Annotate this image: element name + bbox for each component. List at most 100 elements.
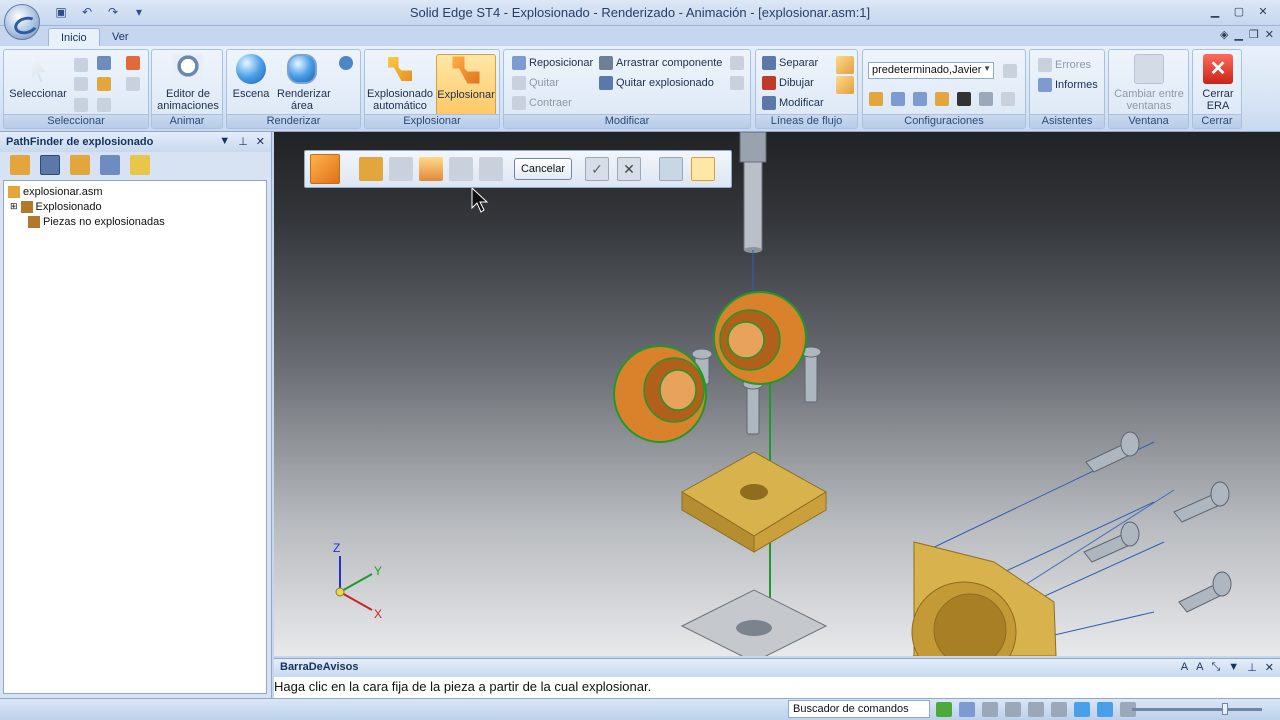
expand-icon[interactable]: ⊞ [10,201,18,212]
zoom-icon[interactable] [982,702,998,717]
help-icon[interactable]: ◈ [1220,28,1228,41]
x-icon[interactable]: ✕ [617,157,641,181]
panel-menu-icon[interactable]: ▼ [219,135,230,148]
cmd-reorient-icon[interactable] [691,157,715,181]
modificar-lineas-button[interactable]: Modificar [762,96,824,110]
explode-face-icon[interactable] [419,157,443,181]
explosionado-automatico-button[interactable]: Explosionado automático [367,54,433,112]
explosionar-button[interactable]: Explosionar [436,54,496,116]
collapse-icon[interactable]: ⤡ [1211,661,1220,674]
fit-icon[interactable] [1005,702,1021,717]
cambiar-ventanas-button[interactable]: Cambiar entre ventanas [1111,54,1187,112]
renderizar-area-button[interactable]: Renderizar área [277,54,331,112]
assembly-scene[interactable]: Z Y X [274,132,1280,656]
config-icon-4[interactable] [935,92,949,106]
pin-icon[interactable]: ⊥ [1247,661,1257,674]
pf-parts-icon[interactable] [70,155,90,175]
pf-folder-icon[interactable] [130,155,150,175]
select-box-icon[interactable] [97,98,111,112]
informes-button[interactable]: Informes [1038,78,1098,92]
panel-close-icon[interactable]: ✕ [1265,661,1274,674]
explode-mode-icon[interactable] [310,154,340,184]
flange-part[interactable] [911,541,1057,656]
quitar-explosionado-button[interactable]: Quitar explosionado [599,76,714,90]
config-combo[interactable]: predeterminado,Javier ▼ [868,62,994,79]
seleccionar-button[interactable]: Seleccionar [7,54,69,100]
errores-button[interactable]: Errores [1038,58,1091,72]
go-icon[interactable] [936,702,952,717]
flag-icon[interactable] [126,56,140,70]
pf-assembly-icon[interactable] [10,155,30,175]
contraer-button[interactable]: Contraer [512,96,572,110]
pathfinder-controls: ▼ ⊥ ✕ [219,135,265,148]
camera-icon[interactable] [957,92,971,106]
flowline-toggle-2-icon[interactable] [836,76,854,94]
cerrar-era-button[interactable]: ✕ Cerrar ERA [1195,54,1241,112]
render-settings-icon[interactable] [339,56,353,70]
zoom-slider-thumb[interactable] [1222,703,1228,715]
orange-ring-left[interactable] [613,345,707,443]
config-icon-3[interactable] [913,92,927,106]
reposicionar-button[interactable]: Reposicionar [512,56,593,70]
zoom-area-icon[interactable] [959,702,975,717]
orange-ring-right[interactable] [713,291,807,385]
pan-icon[interactable] [1028,702,1044,717]
arrastrar-componente-button[interactable]: Arrastrar componente [599,56,722,70]
distance-icon[interactable] [479,157,503,181]
escena-button[interactable]: Escena [230,54,272,100]
tree-item-no-explosionadas[interactable]: Piezas no explosionadas [8,214,262,229]
font-size-icon[interactable]: A [1181,661,1188,674]
graphics-viewport[interactable]: Z Y X Cancelar ✓ ✕ [274,132,1280,656]
pf-layers-icon[interactable] [100,155,120,175]
bolts-horizontal[interactable] [1083,431,1232,613]
minimize-icon[interactable]: ▁ [1204,2,1226,20]
config-icon-6[interactable] [979,92,993,106]
separar-button[interactable]: Separar [762,56,818,70]
quitar-button[interactable]: Quitar [512,76,559,90]
pf-explode-tree-icon[interactable] [40,155,60,175]
select-part-icon[interactable] [97,77,111,91]
config-icon-1[interactable] [869,92,883,106]
stationary-face-icon[interactable] [389,157,413,181]
app-orb-icon[interactable] [4,4,40,40]
font-size-small-icon[interactable]: A [1196,661,1203,674]
view-cube-icon[interactable] [1074,702,1090,717]
check-icon[interactable]: ✓ [585,157,609,181]
pin-icon[interactable]: ⊥ [238,135,248,148]
doc-restore-icon[interactable]: ❐ [1249,28,1259,41]
config-icon-2[interactable] [891,92,905,106]
config-save-icon[interactable] [1003,64,1017,78]
tab-ver[interactable]: Ver [100,28,141,47]
tree-item-explosionado[interactable]: ⊞ Explosionado [8,199,262,214]
spindle-part[interactable] [739,132,767,253]
command-finder-input[interactable]: Buscador de comandos [788,700,930,718]
close-icon[interactable]: ✕ [1252,2,1274,20]
config-icon-7[interactable] [1001,92,1015,106]
select-tool-icon[interactable] [74,58,88,72]
maximize-icon[interactable]: ▢ [1228,2,1250,20]
dibujar-button[interactable]: Dibujar [762,76,814,90]
doc-close-icon[interactable]: ✕ [1265,28,1274,41]
panel-close-icon[interactable]: ✕ [256,135,265,148]
flowline-toggle-icon[interactable] [836,56,854,74]
cmd-options-icon[interactable] [659,157,683,181]
doc-minimize-icon[interactable]: ▁ [1234,28,1242,41]
select-component-icon[interactable] [359,157,383,181]
select-face-icon[interactable] [97,56,111,70]
select-move-icon[interactable] [74,98,88,112]
direction-icon[interactable] [449,157,473,181]
modify-extra-2-icon[interactable] [730,76,744,90]
grey-base-plate[interactable] [680,589,828,656]
brass-plate[interactable] [681,451,827,553]
tab-inicio[interactable]: Inicio [48,28,100,47]
tree-item-root[interactable]: explosionar.asm [8,184,262,199]
select-filter-icon[interactable] [74,77,88,91]
panel-menu-icon[interactable]: ▼ [1228,661,1239,674]
zoom-slider[interactable] [1132,708,1262,711]
editor-animaciones-button[interactable]: Editor de animaciones [155,54,221,112]
modify-extra-icon[interactable] [730,56,744,70]
select-options-icon[interactable] [126,77,140,91]
view-orient-icon[interactable] [1097,702,1113,717]
rotate-icon[interactable] [1051,702,1067,717]
cancel-button[interactable]: Cancelar [514,158,572,180]
